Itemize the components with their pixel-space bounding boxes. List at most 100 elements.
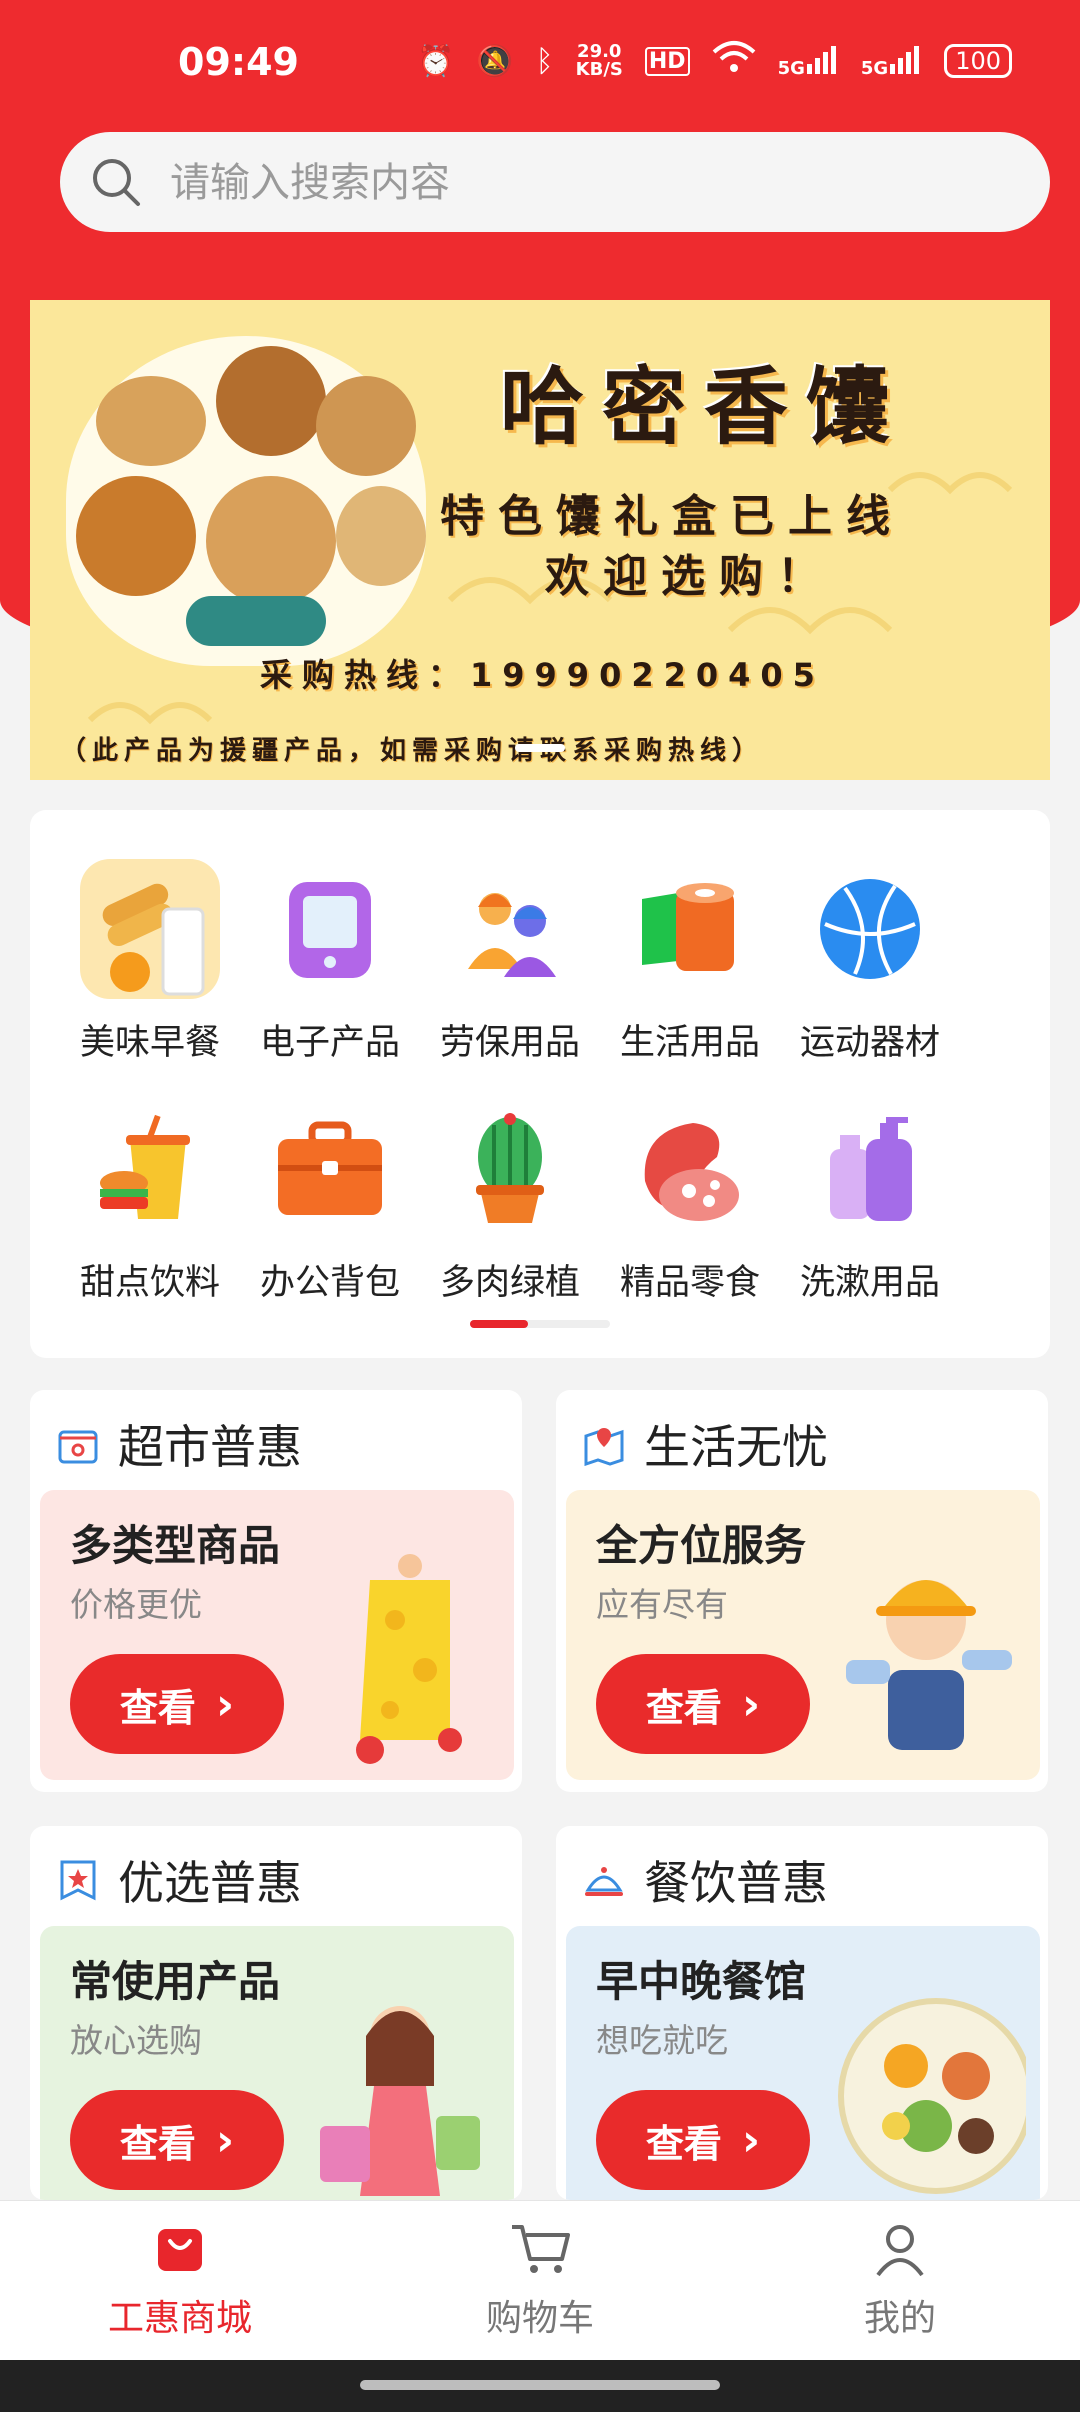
category-scroll-thumb [470,1320,528,1328]
signal-icon-1: 5G [778,44,839,79]
status-icons: ⏰ 🔕 ᛒ 29.0 KB/S HD 5G 5G 100 [417,40,1012,82]
card-supermarket[interactable]: 超市普惠 多类型商品 价格更优 查看 › [30,1390,522,1792]
view-button[interactable]: 查看 › [596,2090,810,2190]
bread-photo-1 [96,376,206,466]
bluetooth-icon: ᛒ [535,43,554,79]
card-body: 早中晚餐馆 想吃就吃 查看 › [566,1926,1040,2200]
card-life-services[interactable]: 生活无忧 全方位服务 应有尽有 查看 › [556,1390,1048,1792]
drink-burger-icon [75,1094,225,1244]
tab-label: 我的 [863,2298,936,2339]
paper-roll-icon [615,854,765,1004]
category-label: 精品零食 [619,1263,760,1303]
hd-icon: HD [644,46,690,76]
card-title: 生活无忧 [644,1420,828,1474]
card-body: 全方位服务 应有尽有 查看 › [566,1490,1040,1780]
breakfast-icon [75,854,225,1004]
bread-collage-image [66,336,426,666]
view-button[interactable]: 查看 › [70,2090,284,2190]
card-header: 超市普惠 [56,1414,302,1474]
promo-banner[interactable]: 哈密香馕 特色馕礼盒已上线 欢迎选购！ 采购热线：19990220405 （此产… [30,300,1050,780]
ball-icon [795,854,945,1004]
view-button-label: 查看 [119,2121,196,2166]
category-electronics[interactable]: 电子产品 [240,854,420,1064]
system-nav-bar [0,2360,1080,2412]
card-preferred[interactable]: 优选普惠 常使用产品 放心选购 查看 › [30,1826,522,2200]
person-icon [876,2225,924,2277]
mute-icon: 🔕 [476,43,514,79]
bread-photo-2 [216,346,326,456]
category-label: 美味早餐 [79,1023,220,1063]
home-gesture-handle[interactable] [360,2380,720,2390]
card-body: 常使用产品 放心选购 查看 › [40,1926,514,2200]
category-labor-protection[interactable]: 劳保用品 [420,854,600,1064]
category-label: 电子产品 [259,1023,400,1063]
chevron-right-icon: › [741,2114,761,2166]
category-toiletries[interactable]: 洗漱用品 [780,1094,960,1304]
bookmark-star-icon [60,1860,96,1901]
bread-photo-3 [316,376,416,476]
tab-label: 工惠商城 [107,2298,252,2339]
card-dining[interactable]: 餐饮普惠 早中晚餐馆 想吃就吃 查看 › [556,1826,1048,2200]
category-succulents[interactable]: 多肉绿植 [420,1094,600,1304]
status-time: 09:49 [178,40,299,84]
view-button-label: 查看 [645,2121,722,2166]
chevron-right-icon: › [215,2114,235,2166]
bread-photo-5 [206,476,336,606]
worker-illustration [846,1580,1012,1750]
category-desserts-drinks[interactable]: 甜点饮料 [60,1094,240,1304]
worker-helmet-icon [435,854,585,1004]
battery-icon: 100 [944,44,1012,78]
shopping-bag-icon [158,2229,202,2271]
bottom-tab-bar: 工惠商城 购物车 我的 [0,2200,1080,2361]
card-title: 超市普惠 [118,1420,302,1474]
bread-photo-6 [336,486,426,586]
category-office-bags[interactable]: 办公背包 [240,1094,420,1304]
card-headline: 早中晚餐馆 [596,1957,807,2006]
sim1-label: 5G [777,57,805,79]
card-header: 餐饮普惠 [582,1850,828,1910]
bread-photo-4 [76,476,196,596]
search-bar[interactable] [60,132,1050,232]
category-snacks[interactable]: 精品零食 [600,1094,780,1304]
teal-cloud-decoration [186,596,326,646]
card-header: 优选普惠 [56,1850,302,1910]
net-speed-unit: KB/S [575,59,623,80]
tab-cart[interactable]: 购物车 [360,2221,720,2341]
category-label: 洗漱用品 [799,1263,940,1303]
chevron-right-icon: › [741,1678,761,1730]
banner-note: （此产品为援疆产品，如需采购请联系采购热线） [60,736,765,766]
briefcase-icon [255,1094,405,1244]
banner-line1: 特色馕礼盒已上线 [440,491,904,542]
tab-profile[interactable]: 我的 [720,2221,1080,2341]
card-subtitle: 想吃就吃 [596,2021,728,2060]
view-button[interactable]: 查看 › [596,1654,810,1754]
card-title: 餐饮普惠 [644,1856,828,1910]
card-headline: 多类型商品 [70,1521,281,1570]
banner-page-indicator [515,744,565,752]
tab-label: 购物车 [485,2298,594,2339]
food-cloche-icon [585,1867,623,1896]
category-label: 多肉绿植 [439,1263,580,1303]
card-header: 生活无忧 [582,1414,828,1474]
tab-mall[interactable]: 工惠商城 [0,2221,360,2341]
store-icon [58,1430,98,1464]
card-headline: 常使用产品 [70,1957,281,2006]
category-sports[interactable]: 运动器材 [780,854,960,1064]
view-button[interactable]: 查看 › [70,1654,284,1754]
meat-snack-icon [615,1094,765,1244]
category-label: 甜点饮料 [79,1263,220,1303]
alarm-icon: ⏰ [416,43,455,79]
banner-line2: 欢迎选购！ [545,551,835,602]
search-input[interactable] [168,152,992,214]
card-subtitle: 价格更优 [70,1585,202,1624]
view-button-label: 查看 [119,1685,196,1730]
category-breakfast[interactable]: 美味早餐 [60,854,240,1064]
net-speed: 29.0 KB/S [576,43,623,79]
salad-plate-illustration [838,1998,1026,2194]
category-label: 劳保用品 [439,1023,580,1063]
banner-hotline: 采购热线：19990220405 [260,656,825,694]
category-label: 办公背包 [259,1263,400,1303]
category-daily-goods[interactable]: 生活用品 [600,854,780,1064]
category-label: 生活用品 [619,1023,760,1063]
sim2-label: 5G [860,57,889,79]
